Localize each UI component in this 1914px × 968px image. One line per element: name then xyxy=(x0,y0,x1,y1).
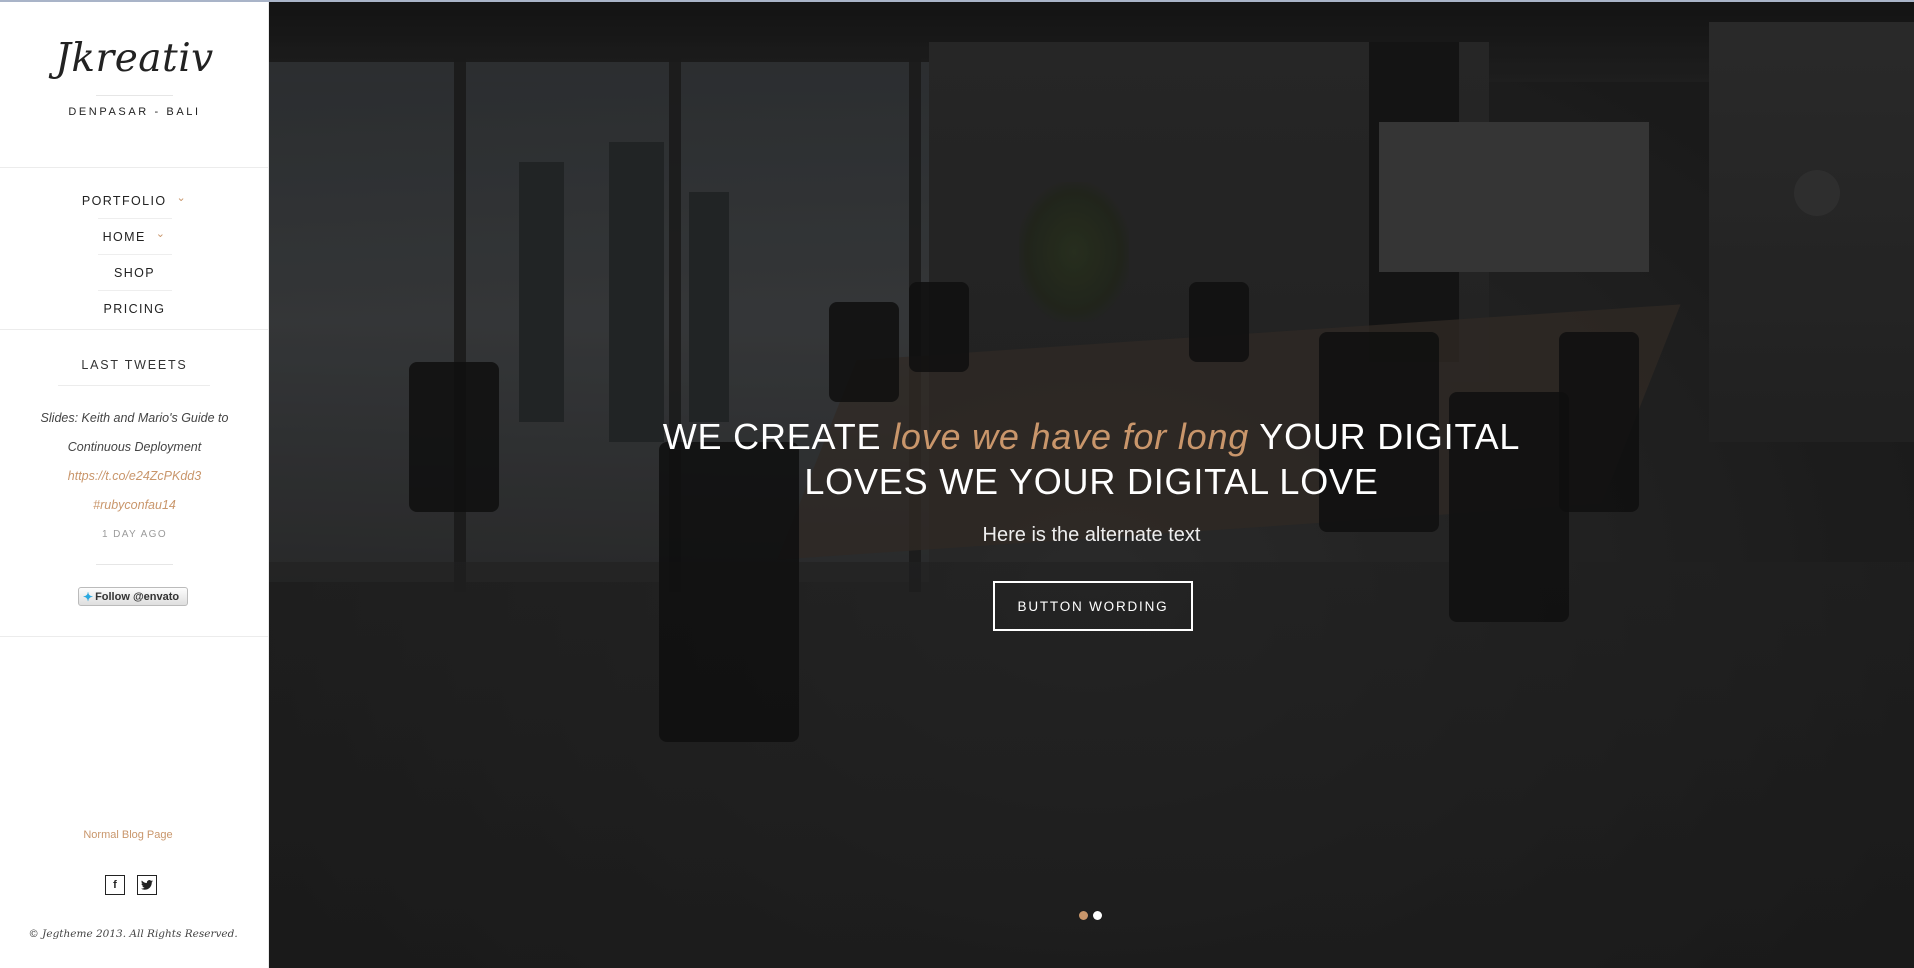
nav-item-home[interactable]: HOME ⌄ xyxy=(0,219,269,254)
social-links: f xyxy=(105,875,157,895)
tweet-body: Slides: Keith and Mario's Guide to Conti… xyxy=(30,404,239,520)
main-nav: PORTFOLIO ⌄ HOME ⌄ SHOP PRICING xyxy=(0,183,269,326)
slider-dot-2[interactable] xyxy=(1093,911,1102,920)
follow-label: Follow @envato xyxy=(95,590,180,603)
headline-text: YOUR DIGITAL xyxy=(1249,416,1521,457)
tweets-heading: LAST TWEETS xyxy=(81,358,188,372)
hero-content: WE CREATE love we have for long YOUR DIG… xyxy=(269,2,1914,968)
site-logo[interactable]: Jkreativ xyxy=(0,36,269,81)
twitter-bird-icon: ✦ xyxy=(83,589,94,604)
nav-item-shop[interactable]: SHOP xyxy=(0,255,269,290)
sidebar: Jkreativ DENPASAR - BALI PORTFOLIO ⌄ HOM… xyxy=(0,0,269,968)
facebook-icon[interactable]: f xyxy=(105,875,125,895)
nav-item-label: PORTFOLIO xyxy=(81,193,167,208)
sidebar-divider xyxy=(0,329,268,330)
nav-item-pricing[interactable]: PRICING xyxy=(0,291,269,326)
nav-item-label: HOME xyxy=(102,229,146,244)
sidebar-divider xyxy=(0,167,268,168)
tweets-divider xyxy=(58,385,210,386)
nav-item-label: SHOP xyxy=(113,265,156,280)
slider-dots xyxy=(1079,911,1102,920)
copyright: © Jegtheme 2013. All Rights Reserved. xyxy=(28,928,238,940)
headline-accent: love we have for long xyxy=(892,416,1250,457)
tweet-link[interactable]: https://t.co/e24ZcPKdd3 xyxy=(30,462,239,491)
blog-link[interactable]: Normal Blog Page xyxy=(0,829,256,841)
hero-slider: WE CREATE love we have for long YOUR DIG… xyxy=(269,2,1914,968)
top-border xyxy=(0,0,1914,2)
sidebar-divider xyxy=(0,636,268,637)
hero-headline: WE CREATE love we have for long YOUR DIG… xyxy=(269,414,1914,504)
tweet-divider xyxy=(96,564,173,565)
headline-text: WE CREATE xyxy=(662,416,893,457)
nav-item-label: PRICING xyxy=(103,301,166,316)
twitter-icon[interactable] xyxy=(137,875,157,895)
chevron-down-icon: ⌄ xyxy=(155,228,167,240)
tweet-text: Slides: Keith and Mario's Guide to Conti… xyxy=(40,411,229,454)
headline-line2: LOVES WE YOUR DIGITAL LOVE xyxy=(804,461,1379,502)
twitter-glyph xyxy=(141,880,153,890)
hero-cta-button[interactable]: BUTTON WORDING xyxy=(993,581,1193,631)
chevron-down-icon: ⌄ xyxy=(176,192,188,204)
site-tagline: DENPASAR - BALI xyxy=(68,106,201,118)
tweet-hashtag[interactable]: #rubyconfau14 xyxy=(30,491,239,520)
hero-subtext: Here is the alternate text xyxy=(982,524,1201,546)
nav-item-portfolio[interactable]: PORTFOLIO ⌄ xyxy=(0,183,269,218)
tweet-timestamp: 1 DAY AGO xyxy=(101,529,168,540)
follow-twitter-button[interactable]: ✦ Follow @envato xyxy=(78,587,188,606)
logo-divider xyxy=(96,95,173,96)
slider-dot-1[interactable] xyxy=(1079,911,1088,920)
